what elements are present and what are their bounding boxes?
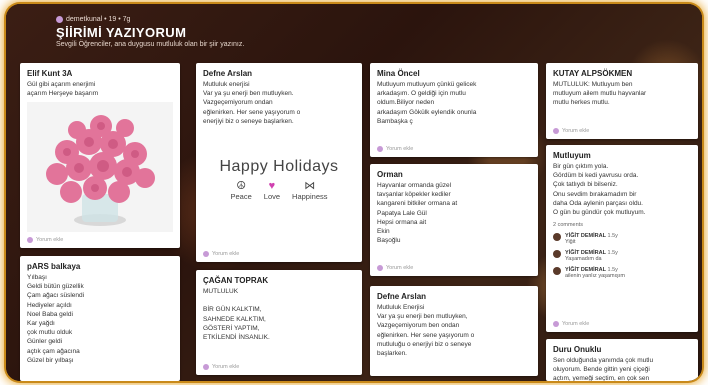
user-avatar — [553, 128, 559, 134]
love-label: Love — [263, 192, 281, 201]
heart-icon: ♥ — [268, 180, 276, 192]
screenshot-frame: demetkunal • 19 • 7g ŞİİRİMİ YAZIYORUM S… — [6, 4, 702, 381]
post-card[interactable]: Duru Onuklu Sen olduğunda yanımda çok mu… — [546, 339, 698, 381]
post-body: MUTLULUK: Mutluyum ben mutluyum ailem mu… — [553, 81, 647, 107]
add-comment-button[interactable]: Yorum ekle — [553, 321, 589, 327]
add-comment-label: Yorum ekle — [36, 237, 64, 243]
add-comment-button[interactable]: Yorum ekle — [377, 265, 413, 271]
add-comment-button[interactable]: Yorum ekle — [377, 146, 413, 152]
commenter-avatar — [553, 250, 561, 259]
roses-image — [27, 102, 173, 233]
post-author: Defne Arslan — [203, 69, 253, 78]
wall-title: ŞİİRİMİ YAZIYORUM — [56, 25, 187, 40]
post-card[interactable]: Mutluyum Bir gün çıktım yola. Gördüm bi … — [546, 145, 698, 332]
post-body: Yılbaşı Geldi bütün güzellik Çam ağacı s… — [27, 274, 85, 364]
peace-label: Peace — [230, 192, 252, 201]
post-card[interactable]: KUTAY ALPSÖKMEN MUTLULUK: Mutluyum ben m… — [546, 63, 698, 139]
add-comment-label: Yorum ekle — [386, 146, 414, 152]
author-avatar — [56, 16, 63, 23]
happy-holidays-image: Happy Holidays ☮ Peace ♥ Love ⋈ Happiness — [196, 158, 362, 201]
happiness-label: Happiness — [292, 192, 328, 201]
comments-section: 2 comments YİĞİT DEMİRAL 1.5y Yiğit YİĞİT… — [546, 217, 698, 281]
post-body: Hayvanlar ormanda güzel tavşanlar köpekl… — [377, 182, 458, 245]
user-avatar — [377, 146, 383, 152]
user-avatar — [27, 237, 33, 243]
user-avatar — [203, 364, 209, 370]
post-card[interactable]: Orman Hayvanlar ormanda güzel tavşanlar … — [370, 164, 538, 276]
user-avatar — [203, 251, 209, 257]
add-comment-button[interactable]: Yorum ekle — [553, 128, 589, 134]
post-card[interactable]: Mina Öncel Mutluyum mutluyum çünkü gelic… — [370, 63, 538, 157]
holiday-title: Happy Holidays — [219, 158, 339, 175]
comment-time: 1.5y — [607, 233, 618, 240]
add-comment-button[interactable]: Yorum ekle — [203, 364, 239, 370]
post-author: Orman — [377, 170, 403, 179]
wall-header: demetkunal • 19 • 7g ŞİİRİMİ YAZIYORUM S… — [56, 16, 244, 48]
post-author: KUTAY ALPSÖKMEN — [553, 69, 633, 78]
add-comment-label: Yorum ekle — [562, 128, 590, 134]
post-author: ÇAĞAN TOPRAK — [203, 276, 269, 285]
post-author: Defne Arslan — [377, 292, 427, 301]
post-card[interactable]: Defne Arslan Mutluluk Enerjisi Var ya şu… — [370, 286, 538, 376]
wall-subtitle: Sevgili Öğrenciler, ana duygusu mutluluk… — [56, 41, 245, 48]
post-author: pARS balkaya — [27, 262, 81, 271]
ribbon-icon: ⋈ — [304, 180, 316, 192]
post-body: Sen olduğunda yanımda çok mutlu oluyorum… — [553, 357, 654, 381]
author-meta-text: demetkunal • 19 • 7g — [66, 16, 131, 23]
add-comment-label: Yorum ekle — [212, 251, 240, 257]
add-comment-label: Yorum ekle — [212, 364, 240, 370]
peace-icon: ☮ — [236, 180, 247, 192]
add-comment-label: Yorum ekle — [562, 321, 590, 327]
post-author: Mutluyum — [553, 151, 591, 160]
comment-time: 1.5y — [607, 250, 618, 257]
comment: YİĞİT DEMİRAL 1.5y Yaşamadım da — [553, 250, 691, 262]
comment-text: Yaşamadım da — [565, 256, 602, 263]
comment-text: Yiğit — [565, 239, 576, 246]
comment-text: ailenin yanlız yaşamışım — [565, 273, 625, 280]
user-avatar — [553, 321, 559, 327]
add-comment-button[interactable]: Yorum ekle — [27, 237, 63, 243]
comment-count: 2 comments — [553, 222, 583, 229]
post-author: Elif Kunt 3A — [27, 69, 73, 78]
add-comment-button[interactable]: Yorum ekle — [203, 251, 239, 257]
author-meta: demetkunal • 19 • 7g — [56, 16, 244, 23]
post-body: Mutluluk Enerjisi Var ya şu enerji ben m… — [377, 304, 475, 358]
post-card[interactable]: Elif Kunt 3A Gül gibi açarım enerjimi aç… — [20, 63, 180, 248]
post-author: Mina Öncel — [377, 69, 420, 78]
post-card[interactable]: ÇAĞAN TOPRAK MUTLULUK BİR GÜN KALKTIM, S… — [196, 270, 362, 375]
add-comment-label: Yorum ekle — [386, 265, 414, 271]
commenter-avatar — [553, 233, 561, 242]
post-card[interactable]: pARS balkaya Yılbaşı Geldi bütün güzelli… — [20, 256, 180, 381]
post-author: Duru Onuklu — [553, 345, 602, 354]
user-avatar — [377, 265, 383, 271]
post-card[interactable]: Defne Arslan Mutluluk enerjisi Var ya şu… — [196, 63, 362, 262]
comment: YİĞİT DEMİRAL 1.5y Yiğit — [553, 233, 691, 245]
post-body: Gül gibi açarım enerjimi açarım Herşeye … — [27, 81, 99, 98]
commenter-avatar — [553, 267, 561, 276]
post-body: MUTLULUK BİR GÜN KALKTIM, SAHNEDE KALKTI… — [203, 288, 270, 342]
post-body: Mutluyum mutluyum çünkü gelicek arkadaşı… — [377, 81, 477, 125]
comment: YİĞİT DEMİRAL 1.5y ailenin yanlız yaşamış… — [553, 267, 691, 279]
post-body: Mutluluk enerjisi Var ya şu enerji ben m… — [203, 81, 301, 125]
post-body: Bir gün çıktım yola. Gördüm bi kedi yavr… — [553, 163, 646, 217]
